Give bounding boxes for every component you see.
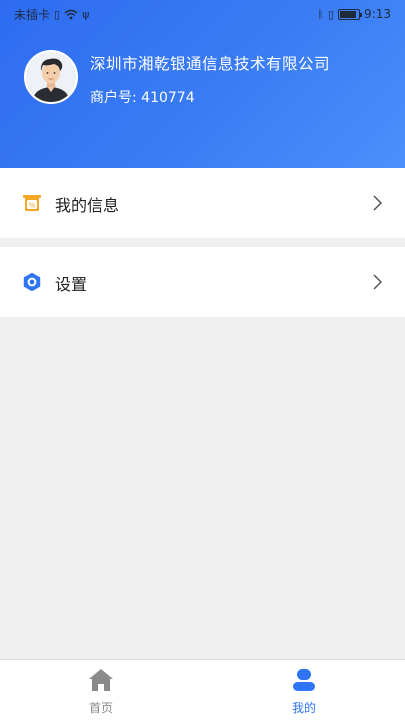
status-time: 9:13 bbox=[364, 7, 391, 21]
sim-icon: ▯ bbox=[54, 7, 61, 21]
nav-tab-mine[interactable]: 我的 bbox=[203, 660, 405, 720]
home-icon bbox=[89, 669, 113, 691]
svg-text:%: % bbox=[29, 202, 36, 210]
bottom-navigation: 首页 我的 bbox=[0, 659, 405, 720]
carrier-label: 未插卡 bbox=[14, 7, 51, 22]
menu-item-label: 我的信息 bbox=[55, 196, 120, 215]
menu-item-settings[interactable]: 设置 bbox=[0, 247, 405, 317]
vibrate-icon: ▯ bbox=[327, 7, 335, 21]
nav-tab-home[interactable]: 首页 bbox=[0, 660, 202, 720]
user-icon bbox=[293, 669, 315, 691]
coupon-ticket-icon: % bbox=[23, 195, 41, 211]
bluetooth-icon: ᛒ bbox=[317, 7, 324, 21]
menu-item-label: 设置 bbox=[55, 275, 88, 294]
nav-tab-label: 首页 bbox=[88, 701, 113, 715]
nav-tab-label: 我的 bbox=[291, 701, 316, 715]
company-name: 深圳市湘乾银通信息技术有限公司 bbox=[90, 55, 331, 73]
status-bar: 未插卡 ▯ ψ ᛒ ▯ 9:13 bbox=[0, 0, 405, 28]
chevron-right-icon bbox=[373, 195, 383, 211]
usb-icon: ψ bbox=[82, 7, 90, 21]
settings-hexagon-icon bbox=[23, 272, 41, 292]
chevron-right-icon bbox=[373, 274, 383, 290]
menu-item-my-info[interactable]: % 我的信息 bbox=[0, 168, 405, 238]
avatar-person-icon bbox=[26, 52, 76, 102]
battery-icon bbox=[338, 8, 363, 20]
avatar[interactable] bbox=[24, 50, 78, 104]
wifi-icon bbox=[64, 9, 78, 19]
merchant-id: 商户号: 410774 bbox=[90, 90, 195, 106]
profile-header: 未插卡 ▯ ψ ᛒ ▯ 9:13 深圳市湘乾银通信息技术有限公司 商户号: 41… bbox=[0, 0, 405, 168]
